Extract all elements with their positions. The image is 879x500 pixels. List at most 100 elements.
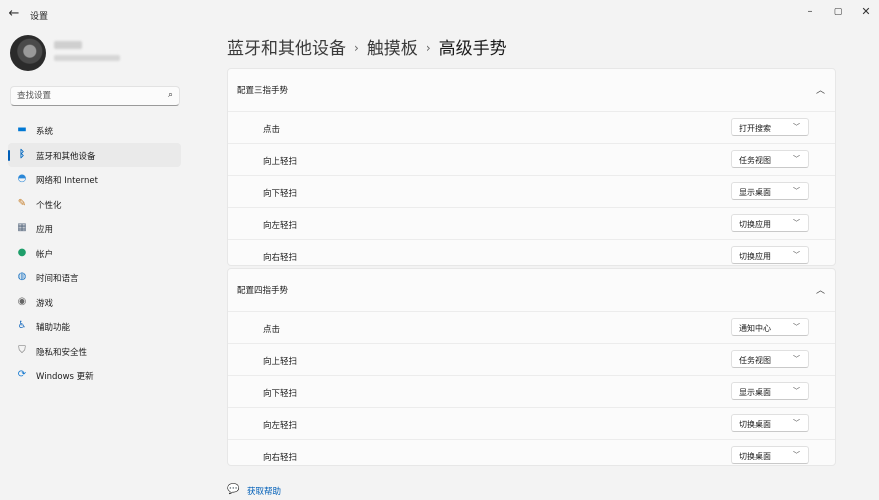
three-finger-tap-dropdown[interactable]: 打开搜索 ﹀	[731, 118, 809, 136]
sidebar-item-label: 个性化	[36, 200, 62, 211]
brush-icon: ✎	[17, 197, 27, 209]
gesture-row-swipe-up: 向上轻扫 任务视图 ﹀	[228, 144, 835, 176]
chevron-down-icon: ﹀	[793, 451, 800, 459]
maximize-icon: ▢	[833, 7, 843, 17]
gesture-row-swipe-right: 向右轻扫 切换应用 ﹀	[228, 240, 835, 265]
dropdown-value: 任务视图	[739, 356, 771, 365]
monitor-icon: ▬	[17, 124, 27, 135]
sidebar-item-label: 网络和 Internet	[36, 176, 98, 186]
sidebar-item-label: 系统	[36, 127, 54, 137]
row-label: 向左轻扫	[263, 221, 298, 231]
close-button[interactable]: ✕	[857, 5, 875, 19]
user-email-redacted	[54, 55, 120, 61]
four-finger-gestures-section: 配置四指手势 ︿ 点击 通知中心 ﹀ 向上轻扫 任务视图 ﹀ 向下轻扫 显示桌面…	[227, 268, 836, 466]
three-finger-swipe-left-dropdown[interactable]: 切换应用 ﹀	[731, 214, 809, 232]
help-chat-icon: 💬	[227, 484, 240, 495]
row-label: 向下轻扫	[263, 189, 298, 199]
chevron-down-icon: ﹀	[793, 155, 800, 163]
sidebar-item-label: 隐私和安全性	[36, 347, 88, 358]
gesture-row-tap: 点击 打开搜索 ﹀	[228, 112, 835, 144]
dropdown-value: 打开搜索	[739, 124, 771, 133]
section-title: 配置三指手势	[237, 86, 289, 96]
breadcrumb-separator: ›	[425, 41, 431, 55]
dropdown-value: 任务视图	[739, 156, 771, 165]
four-finger-swipe-right-dropdown[interactable]: 切换桌面 ﹀	[731, 446, 809, 464]
chevron-down-icon: ﹀	[793, 387, 800, 395]
breadcrumb-touchpad[interactable]: 触摸板	[367, 39, 418, 59]
minimize-button[interactable]: –	[801, 5, 819, 19]
gesture-row-swipe-left: 向左轻扫 切换应用 ﹀	[228, 208, 835, 240]
breadcrumb: 蓝牙和其他设备 › 触摸板 › 高级手势	[227, 34, 507, 59]
gesture-row-swipe-left: 向左轻扫 切换桌面 ﹀	[228, 408, 835, 440]
sidebar-item-network[interactable]: ◓ 网络和 Internet	[8, 167, 181, 192]
four-finger-swipe-up-dropdown[interactable]: 任务视图 ﹀	[731, 350, 809, 368]
breadcrumb-bluetooth-devices[interactable]: 蓝牙和其他设备	[227, 39, 346, 59]
gesture-row-swipe-down: 向下轻扫 显示桌面 ﹀	[228, 176, 835, 208]
breadcrumb-separator: ›	[354, 41, 359, 55]
wifi-icon: ◓	[17, 173, 27, 184]
sidebar-item-accounts[interactable]: ● 帐户	[8, 241, 181, 266]
title-bar: ← 设置 – ▢ ✕	[0, 0, 879, 28]
shield-icon: ⛉	[18, 344, 26, 356]
chevron-down-icon: ﹀	[793, 123, 800, 131]
section-header-three-finger[interactable]: 配置三指手势 ︿	[228, 69, 835, 112]
page-title: 高级手势	[438, 39, 507, 59]
dropdown-value: 切换桌面	[739, 420, 771, 429]
four-finger-swipe-left-dropdown[interactable]: 切换桌面 ﹀	[731, 414, 809, 432]
search-input[interactable]	[17, 90, 157, 102]
gesture-row-tap: 点击 通知中心 ﹀	[228, 312, 835, 344]
gesture-row-swipe-up: 向上轻扫 任务视图 ﹀	[228, 344, 835, 376]
three-finger-swipe-up-dropdown[interactable]: 任务视图 ﹀	[731, 150, 809, 168]
row-label: 向右轻扫	[263, 253, 298, 263]
row-label: 向左轻扫	[263, 421, 298, 431]
three-finger-swipe-down-dropdown[interactable]: 显示桌面 ﹀	[731, 182, 809, 200]
dropdown-value: 通知中心	[739, 324, 771, 333]
user-name-redacted	[54, 41, 82, 49]
search-icon[interactable]: ⌕	[168, 90, 173, 100]
maximize-button[interactable]: ▢	[829, 5, 847, 19]
update-icon: ⟳	[17, 369, 27, 380]
sidebar-item-windows-update[interactable]: ⟳ Windows 更新	[8, 363, 181, 388]
section-header-four-finger[interactable]: 配置四指手势 ︿	[228, 269, 835, 312]
back-button[interactable]: ←	[6, 6, 22, 22]
sidebar-nav: ▬ 系统 ᛒ 蓝牙和其他设备 ◓ 网络和 Internet ✎ 个性化 ▦ 应用…	[8, 118, 181, 388]
four-finger-swipe-down-dropdown[interactable]: 显示桌面 ﹀	[731, 382, 809, 400]
chevron-up-icon: ︿	[815, 86, 825, 96]
gesture-row-swipe-down: 向下轻扫 显示桌面 ﹀	[228, 376, 835, 408]
sidebar-item-apps[interactable]: ▦ 应用	[8, 216, 181, 241]
close-icon: ✕	[861, 5, 871, 18]
chevron-down-icon: ﹀	[793, 355, 800, 363]
sidebar-item-label: 帐户	[36, 249, 54, 260]
chevron-down-icon: ﹀	[793, 251, 800, 259]
sidebar-item-system[interactable]: ▬ 系统	[8, 118, 181, 143]
section-title: 配置四指手势	[237, 286, 289, 296]
sidebar-item-label: 游戏	[36, 298, 54, 309]
arrow-left-icon: ←	[8, 6, 20, 21]
chevron-up-icon: ︿	[815, 286, 825, 296]
three-finger-swipe-right-dropdown[interactable]: 切换应用 ﹀	[731, 246, 809, 264]
dropdown-value: 显示桌面	[739, 388, 771, 397]
sidebar-item-time-language[interactable]: ◍ 时间和语言	[8, 265, 181, 290]
three-finger-gestures-section: 配置三指手势 ︿ 点击 打开搜索 ﹀ 向上轻扫 任务视图 ﹀ 向下轻扫 显示桌面…	[227, 68, 836, 266]
sidebar-item-privacy-security[interactable]: ⛉ 隐私和安全性	[8, 339, 181, 364]
sidebar-item-label: Windows 更新	[36, 372, 94, 382]
sidebar-item-accessibility[interactable]: ♿ 辅助功能	[8, 314, 181, 339]
four-finger-tap-dropdown[interactable]: 通知中心 ﹀	[731, 318, 809, 336]
chevron-down-icon: ﹀	[793, 323, 800, 331]
app-title: 设置	[30, 12, 49, 22]
globe-clock-icon: ◍	[17, 271, 27, 282]
chevron-down-icon: ﹀	[793, 219, 800, 227]
sidebar-item-personalization[interactable]: ✎ 个性化	[8, 192, 181, 217]
sidebar-item-label: 应用	[36, 225, 54, 235]
row-label: 点击	[263, 125, 281, 135]
sidebar-item-bluetooth-devices[interactable]: ᛒ 蓝牙和其他设备	[8, 142, 181, 167]
chevron-down-icon: ﹀	[793, 419, 800, 427]
get-help-link[interactable]: 获取帮助	[247, 485, 281, 497]
accessibility-icon: ♿	[17, 320, 27, 331]
gamepad-icon: ◉	[17, 295, 27, 307]
gesture-row-swipe-right: 向右轻扫 切换桌面 ﹀	[228, 440, 835, 465]
row-label: 向下轻扫	[263, 389, 298, 399]
sidebar-item-gaming[interactable]: ◉ 游戏	[8, 290, 181, 315]
dropdown-value: 切换桌面	[739, 452, 771, 461]
row-label: 向上轻扫	[263, 357, 298, 367]
